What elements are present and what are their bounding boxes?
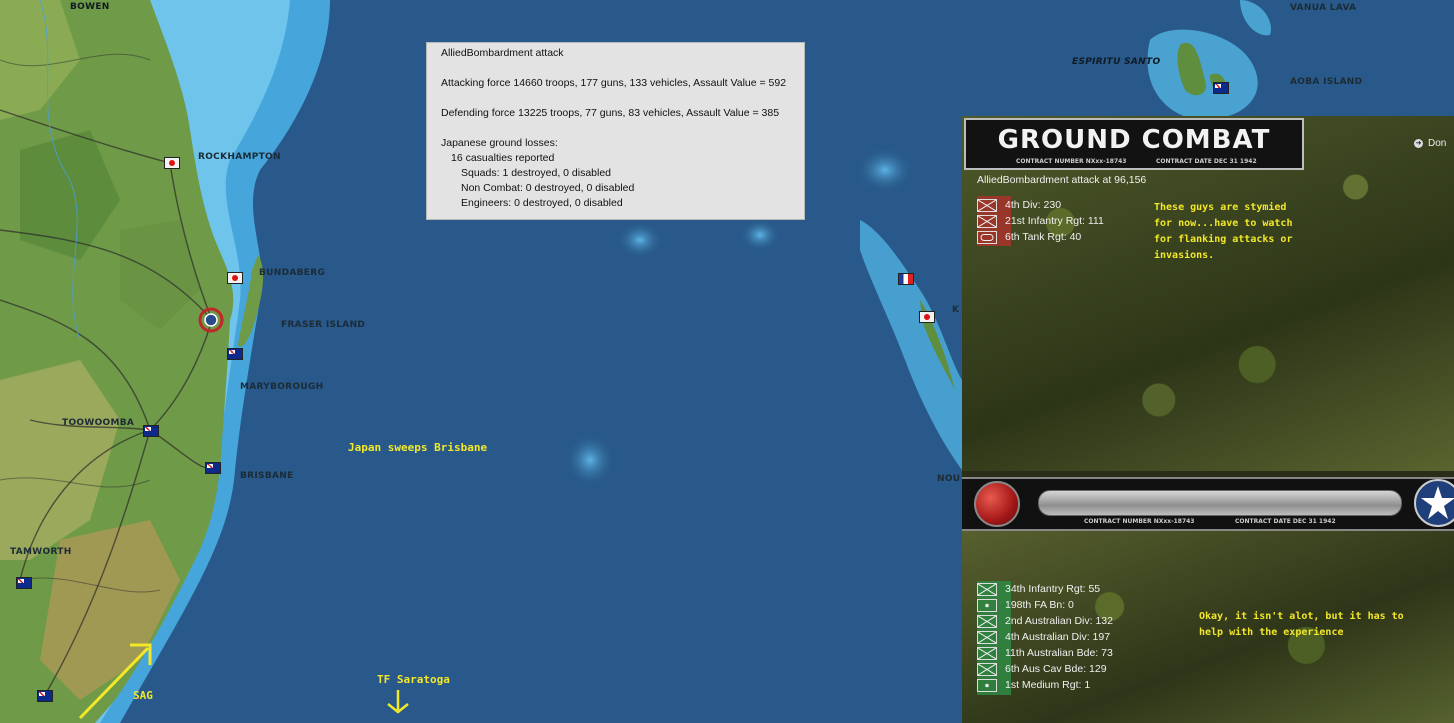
infantry-unit-icon <box>977 630 997 644</box>
allied-unit-row[interactable]: 4th Australian Div: 197 <box>977 629 1110 645</box>
infantry-unit-icon <box>977 198 997 212</box>
infantry-unit-icon <box>977 662 997 676</box>
allied-base-marker[interactable] <box>143 425 159 437</box>
japanese-roundel-icon <box>974 481 1020 527</box>
unit-label: 34th Infantry Rgt: 55 <box>1005 583 1101 595</box>
allied-star-roundel-icon <box>1414 479 1454 527</box>
report-engineers: Engineers: 0 destroyed, 0 disabled <box>461 197 623 209</box>
place-label: MARYBOROUGH <box>240 382 324 392</box>
infantry-unit-icon <box>977 614 997 628</box>
place-label: ROCKHAMPTON <box>198 152 281 162</box>
japanese-unit-row[interactable]: 6th Tank Rgt: 40 <box>977 229 1081 245</box>
place-label: AOBA ISLAND <box>1290 77 1363 87</box>
banner-contract-number: CONTRACT NUMBER NXxx-18743 <box>1016 158 1127 165</box>
report-losses-header: Japanese ground losses: <box>441 137 558 149</box>
place-label: BUNDABERG <box>259 268 326 278</box>
place-label: BRISBANE <box>240 471 294 481</box>
place-label: TAMWORTH <box>10 547 72 557</box>
banner-contract-date: CONTRACT DATE DEC 31 1942 <box>1156 158 1257 165</box>
unit-label: 6th Aus Cav Bde: 129 <box>1005 663 1107 675</box>
attack-title: AlliedBombardment attack at 96,156 <box>977 174 1147 186</box>
report-defending: Defending force 13225 troops, 77 guns, 8… <box>441 107 780 119</box>
report-attacking: Attacking force 14660 troops, 177 guns, … <box>441 77 787 89</box>
report-casualties: 16 casualties reported <box>451 152 555 164</box>
infantry-unit-icon <box>977 582 997 596</box>
arrow-right-icon: ➜ <box>1414 139 1423 148</box>
banner-title: GROUND COMBAT <box>997 125 1271 155</box>
annotation-sag: SAG <box>133 689 153 702</box>
unit-label: 1st Medium Rgt: 1 <box>1005 679 1091 691</box>
combat-progress-bar: CONTRACT NUMBER NXxx-18743 CONTRACT DATE… <box>962 477 1454 531</box>
report-squads: Squads: 1 destroyed, 0 disabled <box>461 167 612 179</box>
infantry-unit-icon <box>977 646 997 660</box>
artillery-unit-icon <box>977 678 997 692</box>
allied-base-marker[interactable] <box>37 690 53 702</box>
unit-label: 4th Div: 230 <box>1005 199 1062 211</box>
ground-combat-panel: GROUND COMBAT CONTRACT NUMBER NXxx-18743… <box>962 116 1454 723</box>
allied-unit-row[interactable]: 11th Australian Bde: 73 <box>977 645 1113 661</box>
allied-unit-row[interactable]: 2nd Australian Div: 132 <box>977 613 1113 629</box>
progress-track <box>1038 490 1402 516</box>
allied-base-marker[interactable] <box>16 577 32 589</box>
infantry-unit-icon <box>977 214 997 228</box>
place-label: BOWEN <box>70 2 110 12</box>
report-noncombat: Non Combat: 0 destroyed, 0 disabled <box>461 182 635 194</box>
place-label: FRASER ISLAND <box>281 320 366 330</box>
french-base-marker[interactable] <box>898 273 914 285</box>
allied-unit-row[interactable]: 198th FA Bn: 0 <box>977 597 1074 613</box>
unit-label: 198th FA Bn: 0 <box>1005 599 1074 611</box>
unit-label: 11th Australian Bde: 73 <box>1005 647 1113 659</box>
allied-base-marker[interactable] <box>205 462 221 474</box>
unit-label: 21st Infantry Rgt: 111 <box>1005 215 1104 227</box>
japanese-base-marker[interactable] <box>919 311 935 323</box>
japanese-unit-row[interactable]: 21st Infantry Rgt: 111 <box>977 213 1104 229</box>
place-label: TOOWOOMBA <box>62 418 135 428</box>
allied-base-marker[interactable] <box>227 348 243 360</box>
place-label: NOU <box>937 474 961 484</box>
unit-label: 2nd Australian Div: 132 <box>1005 615 1113 627</box>
unit-label: 6th Tank Rgt: 40 <box>1005 231 1082 243</box>
report-title: AlliedBombardment attack <box>441 47 564 59</box>
artillery-unit-icon <box>977 598 997 612</box>
place-label: VANUA LAVA <box>1290 3 1357 13</box>
japanese-base-marker[interactable] <box>227 272 243 284</box>
allied-unit-row[interactable]: 1st Medium Rgt: 1 <box>977 677 1090 693</box>
bar-contract-date: CONTRACT DATE DEC 31 1942 <box>1235 518 1336 525</box>
annotation-tf-saratoga: TF Saratoga <box>377 673 450 686</box>
allied-unit-row[interactable]: 6th Aus Cav Bde: 129 <box>977 661 1107 677</box>
allied-side-note: Okay, it isn't alot, but it has to help … <box>1199 611 1404 638</box>
annotation-japan-sweeps: Japan sweeps Brisbane <box>348 441 488 454</box>
place-label: ESPIRITU SANTO <box>1072 57 1161 67</box>
bar-contract-number: CONTRACT NUMBER NXxx-18743 <box>1084 518 1195 525</box>
done-label: Don <box>1428 138 1447 149</box>
allied-base-marker[interactable] <box>1213 82 1229 94</box>
combat-report-popup[interactable]: AlliedBombardment attack Attacking force… <box>426 42 805 220</box>
done-button[interactable]: ➜ Don <box>1414 138 1446 149</box>
japanese-side-note: These guys are stymied for now...have to… <box>1154 202 1293 261</box>
place-label: K <box>952 305 960 315</box>
japanese-base-marker[interactable] <box>164 157 180 169</box>
armor-unit-icon <box>977 230 997 244</box>
unit-label: 4th Australian Div: 197 <box>1005 631 1111 643</box>
allied-unit-row[interactable]: 34th Infantry Rgt: 55 <box>977 581 1100 597</box>
ground-combat-banner: GROUND COMBAT CONTRACT NUMBER NXxx-18743… <box>964 118 1304 170</box>
japanese-unit-row[interactable]: 4th Div: 230 <box>977 197 1061 213</box>
